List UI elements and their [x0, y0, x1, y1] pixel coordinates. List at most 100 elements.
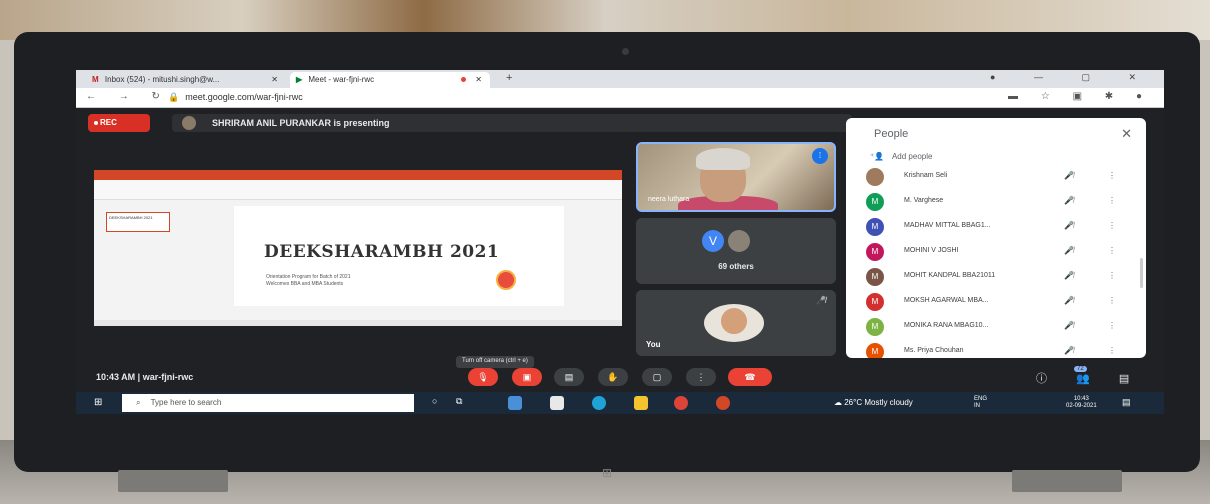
participant-name: MONIKA RANA MBAG10...: [904, 322, 989, 329]
scrollbar[interactable]: [1140, 258, 1143, 288]
self-label: You: [646, 340, 661, 349]
clock-date: 02-09-2021: [1066, 403, 1097, 409]
present-button[interactable]: ▢: [642, 368, 672, 386]
tab-gmail-label: Inbox (524) - mitushi.singh@w...: [104, 75, 220, 84]
language-indicator[interactable]: ENG IN: [974, 396, 987, 410]
more-options-icon[interactable]: ⋮: [1108, 271, 1116, 280]
store-icon[interactable]: [550, 396, 564, 410]
more-options-icon[interactable]: ⋮: [1108, 196, 1116, 205]
new-tab-button[interactable]: +: [506, 72, 512, 84]
taskbar-search[interactable]: ⌕ Type here to search: [122, 394, 414, 412]
camera-toggle-button[interactable]: ▣: [512, 368, 542, 386]
more-options-icon[interactable]: ⋮: [1108, 221, 1116, 230]
powerpoint-icon[interactable]: [716, 396, 730, 410]
mic-off-icon: 🎤̸: [1064, 171, 1074, 180]
clock-time: 10:43: [1073, 396, 1089, 402]
participant-count-badge: 72: [1074, 366, 1087, 372]
more-options-icon[interactable]: ⋮: [1108, 246, 1116, 255]
extension-icons[interactable]: ▬ ☆ ▣ ✱ ●: [1008, 91, 1152, 102]
close-tab-icon[interactable]: ✕: [271, 75, 278, 84]
tab-meet[interactable]: ▶ Meet - war-fjni-rwc ✕: [290, 72, 490, 88]
windows-logo-icon: ⊞: [602, 466, 613, 480]
participant-avatar: M: [866, 318, 884, 336]
participant-name: MOKSH AGARWAL MBA...: [904, 297, 989, 304]
add-people-label: Add people: [891, 152, 933, 161]
participant-name: MADHAV MITTAL BBAG1...: [904, 222, 991, 229]
captions-button[interactable]: ▤: [554, 368, 584, 386]
self-tile[interactable]: 🎤̸ You: [636, 290, 836, 356]
edge-icon[interactable]: [592, 396, 606, 410]
lock-icon: 🔒: [168, 92, 180, 102]
mic-off-icon: 🎤̸: [1064, 346, 1074, 355]
weather-icon: ☁: [834, 398, 845, 407]
people-panel: People ✕ ⁺👤 Add people Krishnam Seli 🎤̸ ⋮ M…: [846, 118, 1146, 358]
system-clock[interactable]: 10:43 02-09-2021: [1066, 396, 1097, 410]
people-icon[interactable]: 👥: [1076, 373, 1090, 385]
others-tile[interactable]: V 69 others: [636, 218, 836, 284]
notification-icon[interactable]: ▤: [1122, 397, 1131, 408]
tab-meet-label: Meet - war-fjni-rwc: [308, 75, 375, 84]
others-count: 69 others: [718, 262, 754, 271]
speaker-hair: [696, 148, 750, 170]
participant-avatar: [866, 168, 884, 186]
mic-off-icon: 🎤̸: [1064, 296, 1074, 305]
powerpoint-ribbon-tabs: [94, 170, 622, 180]
mic-off-icon: 🎤̸: [816, 296, 826, 305]
tab-gmail[interactable]: M Inbox (524) - mitushi.singh@w... ✕: [86, 72, 286, 88]
participant-row[interactable]: M MONIKA RANA MBAG10... 🎤̸ ⋮: [846, 314, 1146, 339]
participant-list: Krishnam Seli 🎤̸ ⋮ M M. Varghese 🎤̸ ⋮ M MADHAV M…: [846, 164, 1146, 358]
slide-canvas: DEEKSHARAMBH 2021 Orientation Program fo…: [234, 206, 564, 306]
hang-up-button[interactable]: ☎: [728, 368, 772, 386]
slide-subtitle: Orientation Program for Batch of 2021 We…: [266, 274, 466, 288]
participant-avatar: M: [866, 243, 884, 261]
more-options-icon[interactable]: ⋮: [1108, 171, 1116, 180]
search-icon: ⌕: [136, 398, 141, 407]
url-field[interactable]: 🔒 meet.google.com/war-fjni-rwc: [168, 92, 303, 103]
meeting-info: 10:43 AM | war-fjni-rwc: [96, 372, 194, 382]
close-icon[interactable]: ✕: [1121, 126, 1132, 142]
participant-avatar: M: [866, 193, 884, 211]
chat-icon[interactable]: ▤: [1119, 373, 1129, 385]
people-app-icon[interactable]: [508, 396, 522, 410]
add-people-button[interactable]: ⁺👤 Add people: [870, 152, 932, 161]
close-tab-icon[interactable]: ✕: [475, 75, 482, 84]
participant-row[interactable]: M MOHIT KANDPAL BBA21011 🎤̸ ⋮: [846, 264, 1146, 289]
participant-name: MOHINI V JOSHI: [904, 247, 959, 254]
weather-text: 26°C Mostly cloudy: [844, 398, 913, 407]
chrome-icon[interactable]: [674, 396, 688, 410]
nav-buttons[interactable]: ← → ↻: [86, 91, 170, 102]
lang-line2: IN: [974, 403, 980, 409]
info-icon[interactable]: ⓘ: [1036, 373, 1047, 385]
task-view-icon[interactable]: ⧉: [456, 396, 470, 410]
recording-indicator[interactable]: REC: [88, 114, 150, 132]
raise-hand-button[interactable]: ✋: [598, 368, 628, 386]
start-menu-icon[interactable]: ⊞: [94, 397, 102, 408]
participant-row[interactable]: Krishnam Seli 🎤̸ ⋮: [846, 164, 1146, 189]
more-options-icon[interactable]: ⋮: [1108, 346, 1116, 355]
people-title: People: [874, 128, 909, 140]
file-explorer-icon[interactable]: [634, 396, 648, 410]
participant-name: MOHIT KANDPAL BBA21011: [904, 272, 996, 279]
participant-row[interactable]: M Ms. Priya Chouhan 🎤̸ ⋮: [846, 339, 1146, 358]
more-options-icon[interactable]: ⋮: [1108, 321, 1116, 330]
address-bar: ← → ↻ 🔒 meet.google.com/war-fjni-rwc ▬ ☆ …: [76, 88, 1164, 108]
weather-widget[interactable]: ☁ 26°C Mostly cloudy: [834, 398, 913, 407]
speaker-tile[interactable]: neera luthara ⁞: [636, 142, 836, 212]
more-options-icon[interactable]: ⋮: [1108, 296, 1116, 305]
participant-row[interactable]: M M. Varghese 🎤̸ ⋮: [846, 189, 1146, 214]
participant-avatar: M: [866, 293, 884, 311]
window-controls[interactable]: ● — ▢ ✕: [990, 72, 1154, 83]
participant-row[interactable]: M MOHINI V JOSHI 🎤̸ ⋮: [846, 239, 1146, 264]
add-person-icon: ⁺👤: [870, 152, 885, 161]
more-options-button[interactable]: ⋮: [686, 368, 716, 386]
mic-toggle-button[interactable]: 🎙: [468, 368, 498, 386]
participant-row[interactable]: M MADHAV MITTAL BBAG1... 🎤̸ ⋮: [846, 214, 1146, 239]
mic-off-icon: 🎤̸: [1064, 321, 1074, 330]
self-video: [704, 304, 764, 342]
cortana-icon[interactable]: ○: [432, 396, 446, 410]
participant-name: Krishnam Seli: [904, 172, 948, 179]
lang-line1: ENG: [974, 396, 988, 402]
participant-avatar: M: [866, 218, 884, 236]
participant-row[interactable]: M MOKSH AGARWAL MBA... 🎤̸ ⋮: [846, 289, 1146, 314]
powerpoint-ribbon: [94, 180, 622, 200]
